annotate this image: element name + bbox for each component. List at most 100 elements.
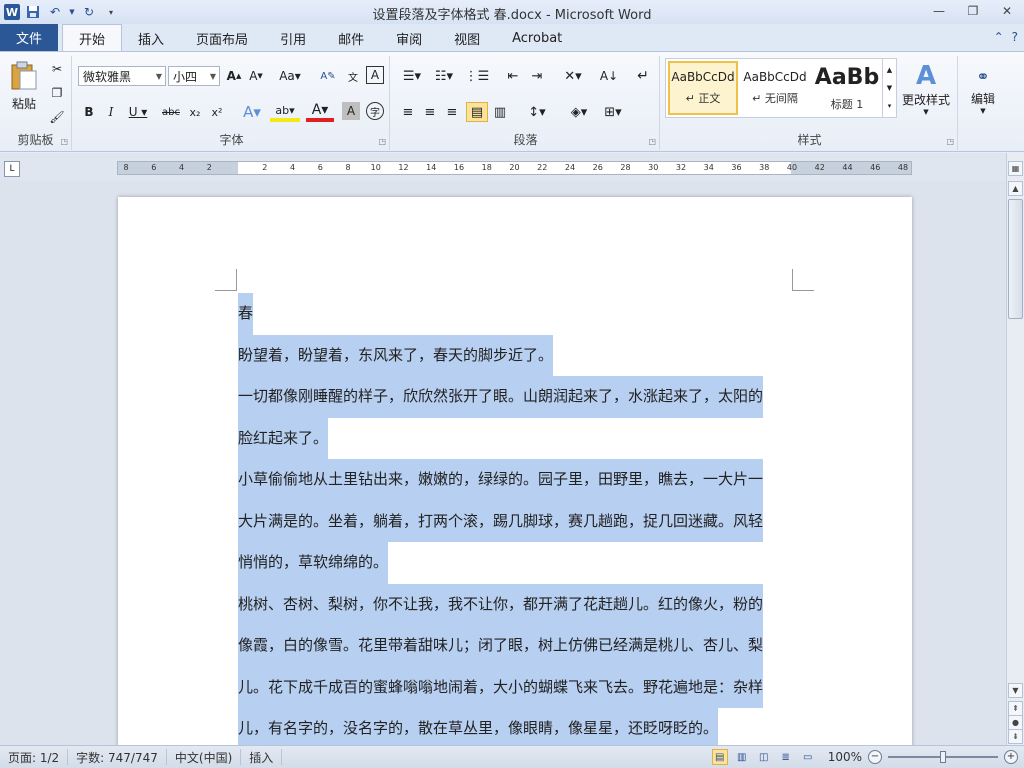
tab-file[interactable]: 文件 (0, 24, 59, 51)
document-line[interactable]: 春 (238, 293, 792, 335)
document-line[interactable]: 像霞，白的像雪。花里带着甜味儿；闭了眼，树上仿佛已经满是桃儿、杏儿、梨 (238, 625, 792, 667)
subscript-button[interactable]: x₂ (186, 102, 204, 122)
paste-button[interactable]: 粘贴 (6, 58, 42, 114)
copy-icon[interactable]: ❐ (48, 84, 66, 102)
document-line[interactable]: 小草偷偷地从土里钻出来，嫩嫩的，绿绿的。园子里，田野里，瞧去，一大片一 (238, 459, 792, 501)
bullets-button[interactable]: ☰▾ (398, 66, 426, 86)
shrink-font-icon[interactable]: A ▼ (246, 66, 266, 86)
selected-text[interactable]: 儿。花下成千成百的蜜蜂嗡嗡地闹着，大小的蝴蝶飞来飞去。野花遍地是：杂样 (238, 666, 764, 708)
minimize-button[interactable]: — (926, 2, 952, 20)
sort-icon[interactable]: A↓ (598, 66, 620, 86)
tab-home[interactable]: 开始 (62, 24, 123, 51)
zoom-knob[interactable] (940, 751, 946, 763)
selected-text[interactable]: 像霞，白的像雪。花里带着甜味儿；闭了眼，树上仿佛已经满是桃儿、杏儿、梨 (238, 625, 764, 667)
zoom-slider[interactable] (888, 751, 998, 763)
document-page[interactable]: 春盼望着，盼望着，东风来了，春天的脚步近了。 一切都像刚睡醒的样子，欣欣然张开了眼… (118, 197, 912, 745)
chevron-up-icon[interactable]: ▲ (887, 66, 892, 74)
previous-page-icon[interactable]: ⇞ (1008, 701, 1023, 716)
distribute-icon[interactable]: ▥ (490, 102, 510, 122)
line-spacing-button[interactable]: ↕▾ (522, 102, 552, 122)
web-layout-icon[interactable]: ◫ (756, 749, 772, 765)
highlight-color-button[interactable]: ab▾ (270, 102, 300, 122)
italic-button[interactable]: I (102, 102, 120, 122)
language-indicator[interactable]: 中文(中国) (167, 749, 242, 765)
document-line[interactable]: 桃树、杏树、梨树，你不让我，我不让你，都开满了花赶趟儿。红的像火，粉的 (238, 583, 792, 625)
justify-icon[interactable]: ▤ (466, 102, 488, 122)
zoom-level[interactable]: 100% (828, 750, 862, 764)
document-line[interactable]: 大片满是的。坐着，躺着，打两个滚，踢几脚球，赛几趟跑，捉几回迷藏。风轻 (238, 500, 792, 542)
redo-icon[interactable]: ↻ (80, 3, 98, 21)
align-right-icon[interactable]: ≡ (442, 102, 462, 122)
align-center-icon[interactable]: ≡ (420, 102, 440, 122)
undo-icon[interactable]: ↶ (46, 3, 64, 21)
document-line[interactable]: 儿。花下成千成百的蜜蜂嗡嗡地闹着，大小的蝴蝶飞来飞去。野花遍地是：杂样 (238, 666, 792, 708)
paragraph-launcher-icon[interactable]: ◳ (648, 137, 656, 146)
page-count[interactable]: 页面: 1/2 (0, 749, 69, 765)
document-body[interactable]: 春盼望着，盼望着，东风来了，春天的脚步近了。 一切都像刚睡醒的样子，欣欣然张开了眼… (238, 293, 792, 745)
print-layout-icon[interactable]: ▤ (711, 749, 728, 765)
tab-insert[interactable]: 插入 (122, 25, 180, 51)
document-line[interactable]: 悄悄的，草软绵绵的。 (238, 542, 792, 584)
word-logo-icon[interactable]: W (4, 4, 20, 20)
word-count[interactable]: 字数: 747/747 (68, 749, 167, 765)
document-line[interactable]: 脸红起来了。 (238, 417, 792, 459)
style-gallery-scroll[interactable]: ▲ ▼ ▾ (882, 59, 896, 117)
selected-text[interactable]: 大片满是的。坐着，躺着，打两个滚，踢几脚球，赛几趟跑，捉几回迷藏。风轻 (238, 500, 764, 542)
bold-button[interactable]: B (80, 102, 98, 122)
scroll-thumb[interactable] (1008, 199, 1023, 319)
undo-dropdown-icon[interactable]: ▼ (68, 3, 76, 21)
borders-button[interactable]: ⊞▾ (598, 102, 628, 122)
document-line[interactable]: 一切都像刚睡醒的样子，欣欣然张开了眼。山朗润起来了，水涨起来了，太阳的 (238, 376, 792, 418)
chevron-down-icon[interactable]: ▼ (887, 84, 892, 92)
browse-object-icon[interactable]: ● (1008, 715, 1023, 730)
selected-text[interactable]: 春 (238, 293, 254, 335)
scroll-down-icon[interactable]: ▼ (1008, 683, 1023, 698)
font-size-combo[interactable]: 小四 ▼ (168, 66, 220, 86)
character-border-icon[interactable]: A (366, 66, 384, 84)
customize-toolbar-icon[interactable]: ▾ (102, 3, 120, 21)
vertical-scrollbar[interactable]: ▦ ▲ ▼ ⇞ ● ⇟ (1006, 153, 1024, 745)
change-case-icon[interactable]: Aa▾ (276, 66, 304, 86)
tab-selector-icon[interactable]: L (4, 161, 20, 177)
cut-icon[interactable]: ✂ (48, 60, 66, 78)
style-heading-1[interactable]: AaBb 标题 1 (812, 61, 882, 115)
change-styles-button[interactable]: A 更改样式 ▼ (898, 58, 954, 118)
outline-icon[interactable]: ≣ (778, 749, 794, 765)
selected-text[interactable]: 桃树、杏树、梨树，你不让我，我不让你，都开满了花赶趟儿。红的像火，粉的 (238, 583, 764, 625)
help-icon[interactable]: ? (1012, 30, 1018, 44)
phonetic-guide-icon[interactable]: 文 (342, 66, 364, 86)
document-line[interactable]: 儿，有名字的，没名字的，散在草丛里，像眼睛，像星星，还眨呀眨的。 (238, 708, 792, 745)
clear-formatting-icon[interactable]: A✎ (318, 66, 338, 86)
tab-page-layout[interactable]: 页面布局 (180, 25, 264, 51)
clipboard-launcher-icon[interactable]: ◳ (60, 137, 68, 146)
scroll-up-icon[interactable]: ▲ (1008, 181, 1023, 196)
selected-text[interactable]: 盼望着，盼望着，东风来了，春天的脚步近了。 (238, 334, 554, 376)
text-effects-button[interactable]: A▾ (238, 102, 266, 122)
selected-text[interactable]: 脸红起来了。 (238, 417, 329, 459)
selected-text[interactable]: 儿，有名字的，没名字的，散在草丛里，像眼睛，像星星，还眨呀眨的。 (238, 708, 719, 745)
tab-mailings[interactable]: 邮件 (322, 25, 380, 51)
minimize-ribbon-icon[interactable]: ⌃ (994, 30, 1004, 44)
editing-button[interactable]: ⚭ 编辑 ▼ (964, 58, 1002, 124)
numbering-button[interactable]: ☷▾ (430, 66, 458, 86)
decrease-indent-icon[interactable]: ⇤ (502, 66, 524, 86)
selected-text[interactable]: 小草偷偷地从土里钻出来，嫩嫩的，绿绿的。园子里，田野里，瞧去，一大片一 (238, 459, 764, 501)
selected-text[interactable]: 悄悄的，草软绵绵的。 (238, 542, 389, 584)
save-icon[interactable] (24, 3, 42, 21)
full-screen-reading-icon[interactable]: ▥ (734, 749, 750, 765)
superscript-button[interactable]: x² (208, 102, 226, 122)
next-page-icon[interactable]: ⇟ (1008, 729, 1023, 744)
insert-mode[interactable]: 插入 (241, 749, 283, 765)
more-icon[interactable]: ▾ (888, 102, 892, 110)
tab-review[interactable]: 审阅 (380, 25, 438, 51)
format-painter-icon[interactable]: 🖌 (48, 108, 66, 126)
document-line[interactable]: 盼望着，盼望着，东风来了，春天的脚步近了。 (238, 334, 792, 376)
align-left-icon[interactable]: ≡ (398, 102, 418, 122)
shading-button[interactable]: ◈▾ (564, 102, 594, 122)
font-launcher-icon[interactable]: ◳ (378, 137, 386, 146)
draft-icon[interactable]: ▭ (800, 749, 816, 765)
maximize-button[interactable]: ❐ (960, 2, 986, 20)
strikethrough-button[interactable]: abc (160, 102, 182, 122)
multilevel-list-button[interactable]: ⋮☰ (462, 66, 492, 86)
font-name-combo[interactable]: 微软雅黑 ▼ (78, 66, 166, 86)
